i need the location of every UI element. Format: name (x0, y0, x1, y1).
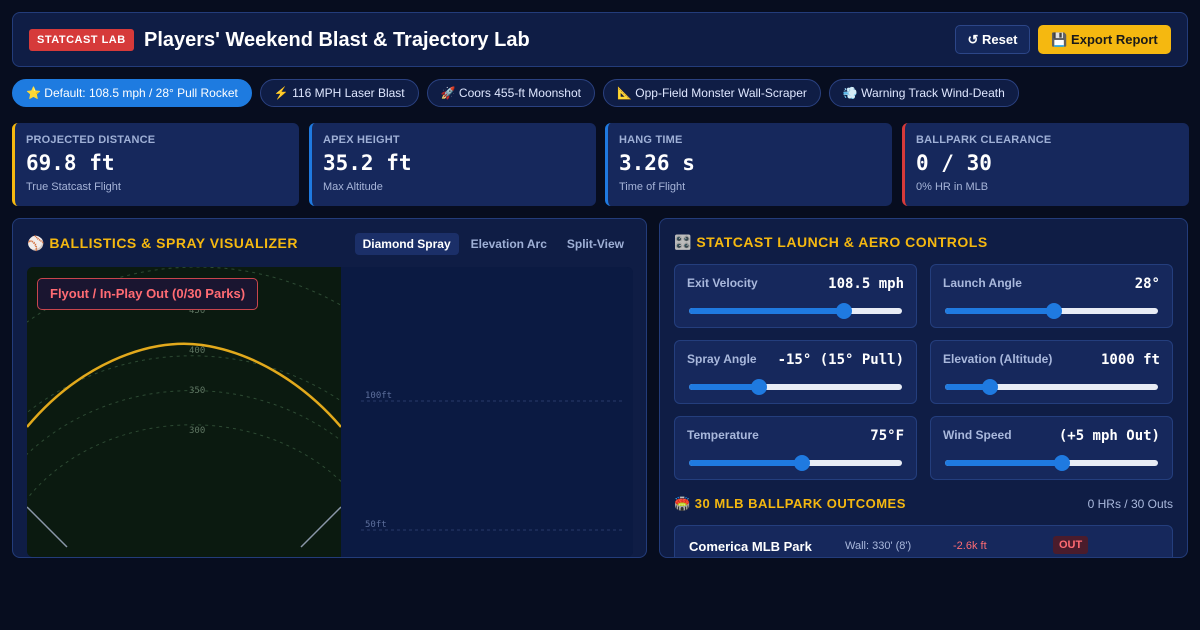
metric-apex-height: APEX HEIGHT 35.2 ft Max Altitude (309, 123, 596, 206)
wind-speed-control: Wind Speed (+5 mph Out) (930, 416, 1173, 480)
exit-velocity-control: Exit Velocity 108.5 mph (674, 264, 917, 328)
outcomes-summary: 0 HRs / 30 Outs (1087, 497, 1173, 511)
slider-fill (689, 308, 845, 314)
slider-fill (689, 460, 802, 466)
metric-projected-distance: PROJECTED DISTANCE 69.8 ft True Statcast… (12, 123, 299, 206)
field-svg: 450 400 350 300 (27, 267, 488, 557)
metric-value: 35.2 ft (323, 151, 412, 175)
outcomes-title: 🏟️ 30 MLB BALLPARK OUTCOMES (674, 496, 906, 511)
metric-subtext: True Statcast Flight (26, 181, 121, 193)
control-value: -15° (15° Pull) (777, 352, 904, 368)
distance-ring (27, 390, 418, 557)
metric-subtext: Max Altitude (323, 181, 383, 193)
distance-ring (27, 424, 388, 557)
metric-label: APEX HEIGHT (323, 134, 400, 146)
ballpark-name: Comerica MLB Park (689, 539, 812, 554)
height-label-100: 100ft (365, 391, 392, 401)
temperature-slider[interactable] (689, 455, 902, 471)
controls-title: 🎛️ STATCAST LAUNCH & AERO CONTROLS (674, 234, 988, 250)
arc-svg: 100ft 50ft (361, 391, 623, 531)
visualizer-tabs: Diamond Spray Elevation Arc Split-View (354, 233, 632, 255)
launch-angle-control: Launch Angle 28° (930, 264, 1173, 328)
foul-line-left (27, 506, 68, 548)
spray-angle-slider[interactable] (689, 379, 902, 395)
elevation-arc-chart: 100ft 50ft (341, 267, 633, 557)
outcome-badge: Flyout / In-Play Out (0/30 Parks) (37, 278, 259, 310)
distance-ring (27, 355, 448, 557)
slider-thumb[interactable] (751, 379, 768, 395)
ring-label-300: 300 (189, 426, 205, 436)
diamond-spray-chart: 450 400 350 300 (27, 267, 488, 557)
slider-fill (945, 460, 1063, 466)
metric-ballpark-clearance: BALLPARK CLEARANCE 0 / 30 0% HR in MLB (902, 123, 1189, 206)
control-label: Wind Speed (943, 428, 1012, 442)
metric-hang-time: HANG TIME 3.26 s Time of Flight (605, 123, 892, 206)
visualizer-title: ⚾ BALLISTICS & SPRAY VISUALIZER (27, 235, 298, 251)
slider-thumb[interactable] (793, 455, 810, 471)
slider-fill (945, 308, 1054, 314)
ring-label-350: 350 (189, 386, 205, 396)
tab-elevation-arc[interactable]: Elevation Arc (463, 233, 555, 255)
slider-thumb[interactable] (836, 303, 853, 319)
spray-angle-control: Spray Angle -15° (15° Pull) (674, 340, 917, 404)
control-value: (+5 mph Out) (1058, 428, 1160, 444)
control-value: 75°F (870, 428, 904, 444)
slider-thumb[interactable] (981, 379, 998, 395)
control-label: Exit Velocity (687, 276, 758, 290)
metric-value: 3.26 s (619, 151, 695, 175)
control-label: Elevation (Altitude) (943, 352, 1053, 366)
ring-label-400: 400 (189, 346, 205, 356)
visualizer-canvas[interactable]: 450 400 350 300 100ft 50ft Flyout / In-P… (27, 267, 633, 557)
preset-opp-field-wall-scraper[interactable]: 📐 Opp-Field Monster Wall-Scraper (602, 79, 821, 107)
preset-laser-blast[interactable]: ⚡ 116 MPH Laser Blast (259, 79, 419, 107)
app-badge: STATCAST LAB (29, 29, 134, 51)
control-label: Spray Angle (687, 352, 757, 366)
slider-thumb[interactable] (1045, 303, 1062, 319)
metric-value: 69.8 ft (26, 151, 115, 175)
preset-warning-track[interactable]: 💨 Warning Track Wind-Death (828, 79, 1019, 107)
elevation-control: Elevation (Altitude) 1000 ft (930, 340, 1173, 404)
ballpark-diff: -2.6k ft (953, 540, 987, 552)
tab-split-view[interactable]: Split-View (559, 233, 632, 255)
metric-subtext: Time of Flight (619, 181, 686, 193)
control-value: 28° (1134, 276, 1160, 292)
metric-value: 0 / 30 (916, 151, 992, 175)
preset-default[interactable]: ⭐ Default: 108.5 mph / 28° Pull Rocket (12, 79, 252, 107)
control-label: Launch Angle (943, 276, 1022, 290)
metric-label: HANG TIME (619, 134, 683, 146)
controls-panel: 🎛️ STATCAST LAUNCH & AERO CONTROLS Exit … (659, 218, 1188, 558)
slider-fill (689, 384, 760, 390)
wind-speed-slider[interactable] (945, 455, 1158, 471)
header-bar: STATCAST LAB Players' Weekend Blast & Tr… (12, 12, 1188, 67)
tab-diamond-spray[interactable]: Diamond Spray (354, 233, 459, 255)
ballpark-result-badge: OUT (1053, 536, 1089, 554)
reset-button[interactable]: ↺ Reset (955, 25, 1030, 54)
preset-bar: ⭐ Default: 108.5 mph / 28° Pull Rocket ⚡… (12, 79, 1019, 107)
control-label: Temperature (687, 428, 759, 442)
export-report-button[interactable]: 💾 Export Report (1038, 25, 1171, 54)
metric-subtext: 0% HR in MLB (916, 181, 989, 193)
slider-thumb[interactable] (1054, 455, 1071, 471)
temperature-control: Temperature 75°F (674, 416, 917, 480)
control-value: 1000 ft (1100, 352, 1160, 368)
metric-label: BALLPARK CLEARANCE (916, 134, 1052, 146)
launch-angle-slider[interactable] (945, 303, 1158, 319)
exit-velocity-slider[interactable] (689, 303, 902, 319)
page-title: Players' Weekend Blast & Trajectory Lab (144, 29, 530, 51)
visualizer-panel: ⚾ BALLISTICS & SPRAY VISUALIZER Diamond … (12, 218, 647, 558)
control-value: 108.5 mph (828, 276, 904, 292)
ballpark-row[interactable]: Comerica MLB Park Wall: 330' (8') -2.6k … (674, 525, 1173, 557)
foul-line-right (300, 506, 342, 548)
preset-coors-moonshot[interactable]: 🚀 Coors 455-ft Moonshot (426, 79, 595, 107)
height-label-50: 50ft (365, 520, 387, 530)
metric-label: PROJECTED DISTANCE (26, 134, 156, 146)
ballpark-wall: Wall: 330' (8') (845, 540, 912, 552)
elevation-slider[interactable] (945, 379, 1158, 395)
